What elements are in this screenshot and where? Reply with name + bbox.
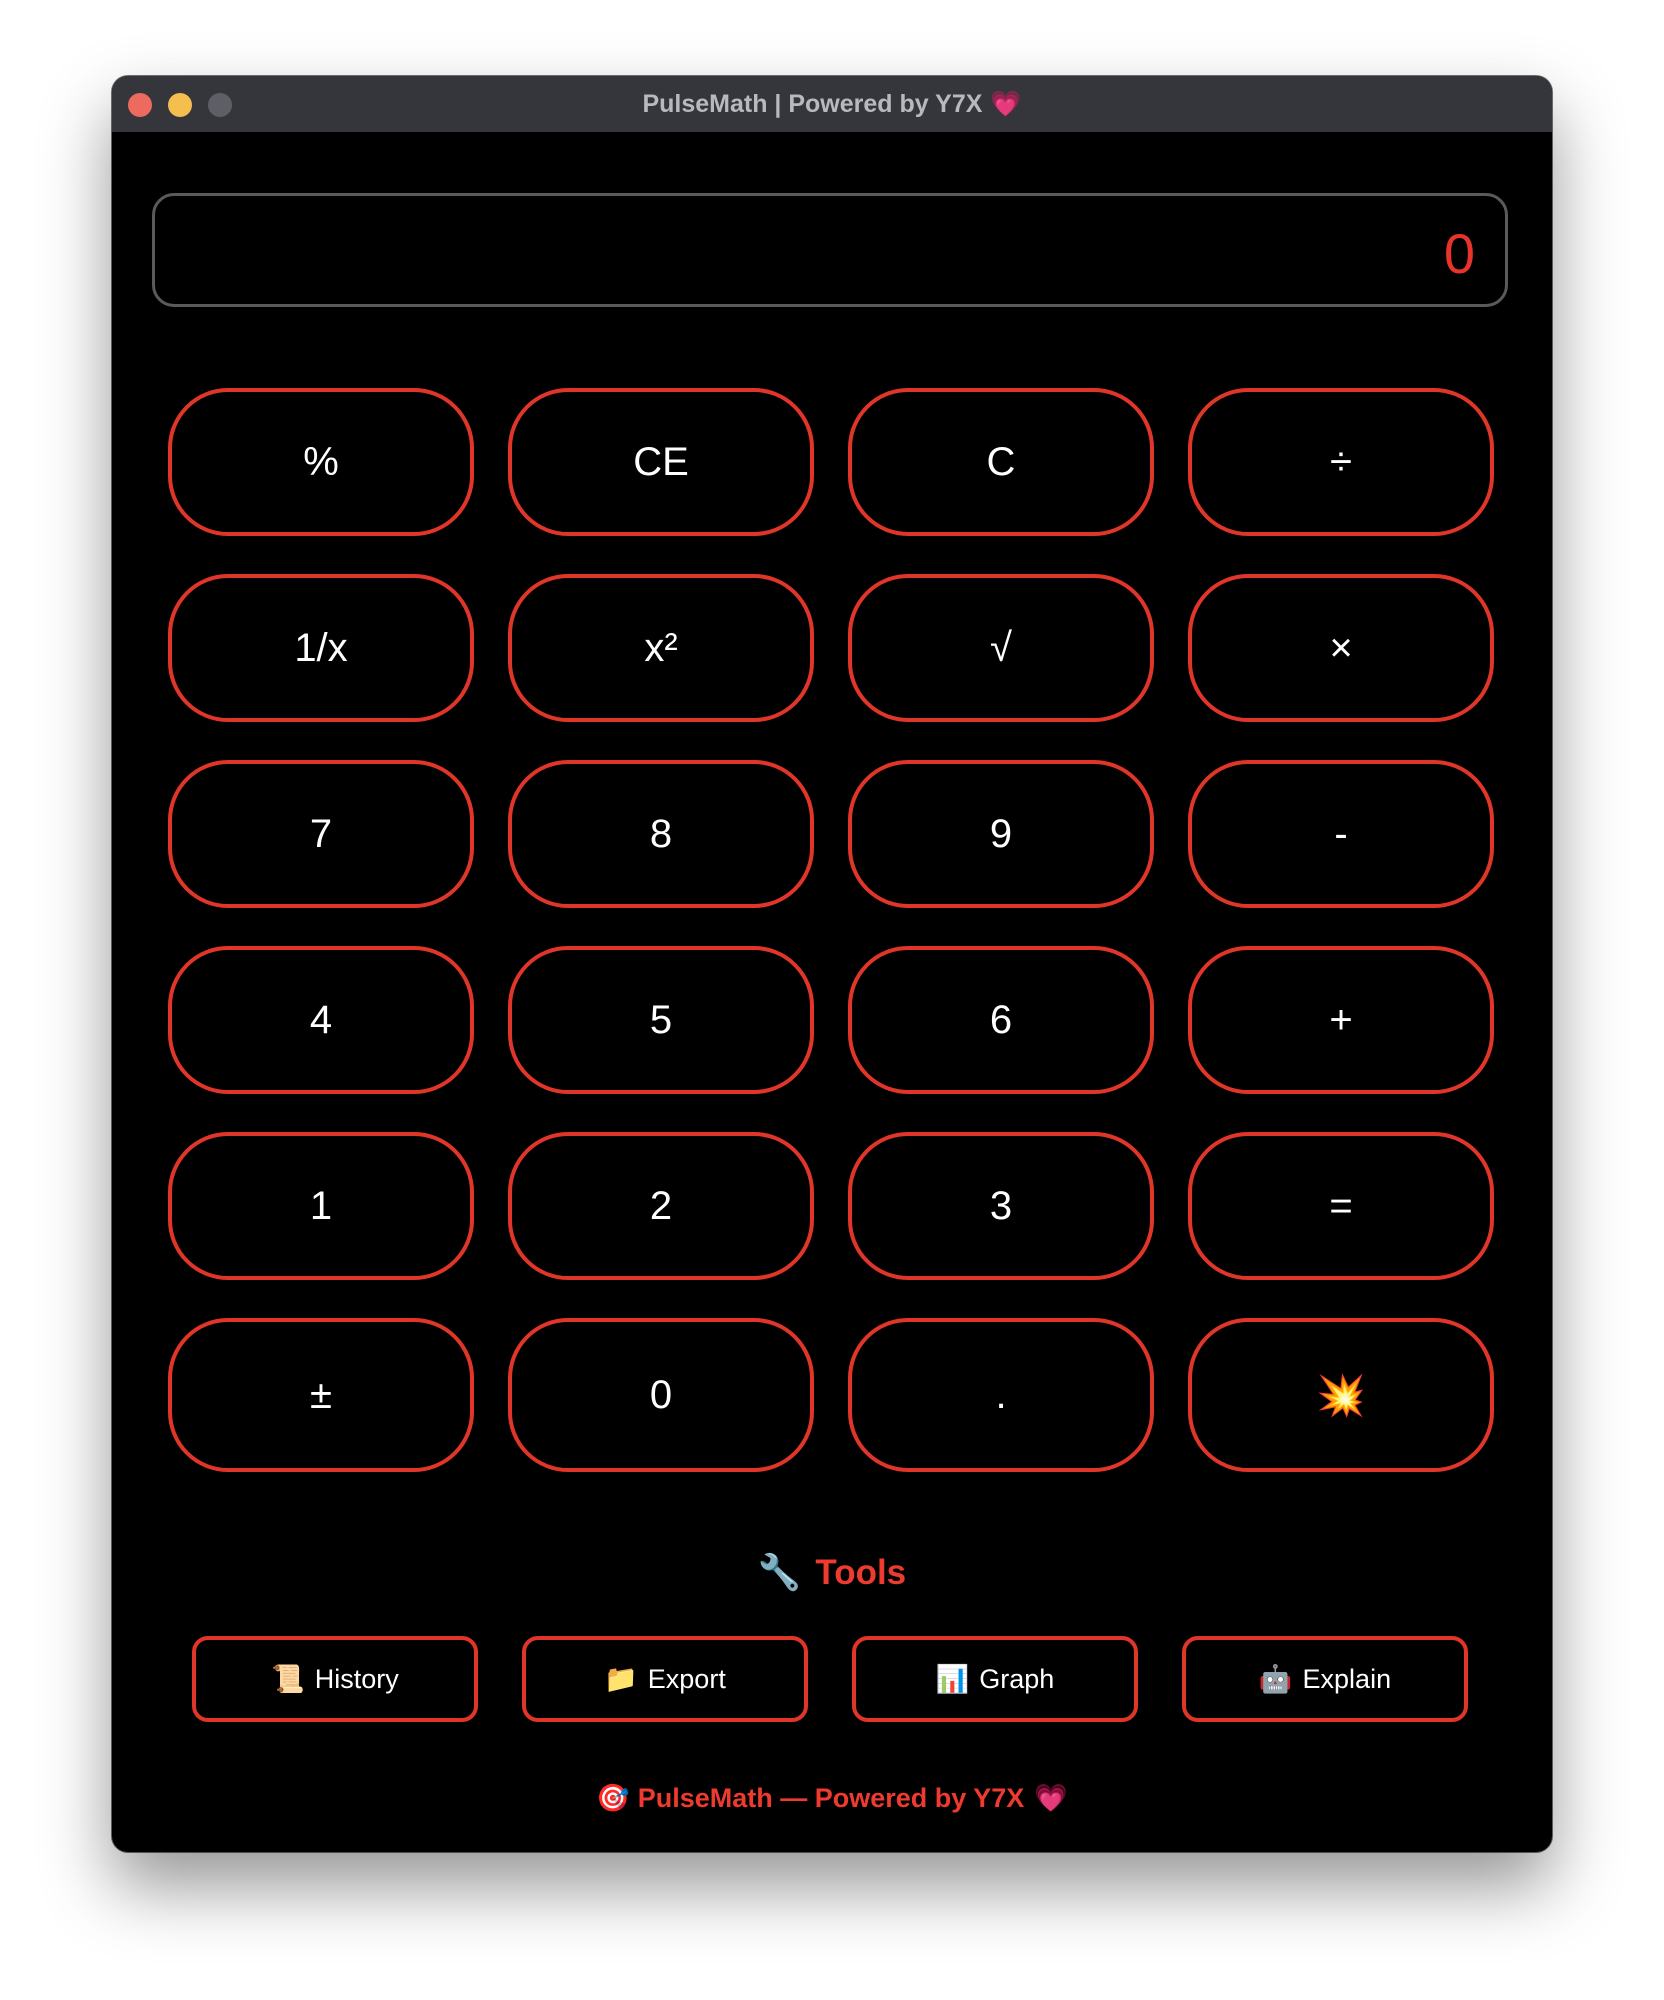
- multiply-button[interactable]: ×: [1188, 574, 1494, 722]
- square-button[interactable]: x²: [508, 574, 814, 722]
- digit-7-button[interactable]: 7: [168, 760, 474, 908]
- divide-button[interactable]: ÷: [1188, 388, 1494, 536]
- explosion-button[interactable]: 💥: [1188, 1318, 1494, 1472]
- percent-button[interactable]: %: [168, 388, 474, 536]
- heart-icon: 💗: [1034, 1783, 1068, 1813]
- history-button[interactable]: 📜 History: [192, 1636, 478, 1722]
- digit-5-button[interactable]: 5: [508, 946, 814, 1094]
- scroll-icon: 📜: [271, 1664, 305, 1694]
- explain-button[interactable]: 🤖 Explain: [1182, 1636, 1468, 1722]
- equals-button[interactable]: =: [1188, 1132, 1494, 1280]
- heart-icon: 💗: [990, 90, 1022, 118]
- subtract-button[interactable]: -: [1188, 760, 1494, 908]
- tools-heading-text: Tools: [815, 1553, 907, 1592]
- digit-3-button[interactable]: 3: [848, 1132, 1154, 1280]
- folder-icon: 📁: [604, 1664, 638, 1694]
- export-button-label: Export: [647, 1663, 726, 1694]
- clear-button[interactable]: C: [848, 388, 1154, 536]
- history-button-label: History: [314, 1663, 399, 1694]
- digit-8-button[interactable]: 8: [508, 760, 814, 908]
- digit-2-button[interactable]: 2: [508, 1132, 814, 1280]
- add-button[interactable]: +: [1188, 946, 1494, 1094]
- window-title: PulseMath | Powered by Y7X 💗: [112, 76, 1552, 132]
- export-button[interactable]: 📁 Export: [522, 1636, 808, 1722]
- graph-button-label: Graph: [979, 1663, 1055, 1694]
- digit-1-button[interactable]: 1: [168, 1132, 474, 1280]
- digit-9-button[interactable]: 9: [848, 760, 1154, 908]
- square-root-button[interactable]: √: [848, 574, 1154, 722]
- explain-button-label: Explain: [1302, 1663, 1392, 1694]
- reciprocal-button[interactable]: 1/x: [168, 574, 474, 722]
- decimal-button[interactable]: .: [848, 1318, 1154, 1472]
- digit-4-button[interactable]: 4: [168, 946, 474, 1094]
- graph-button[interactable]: 📊 Graph: [852, 1636, 1138, 1722]
- footer-text: PulseMath — Powered by Y7X: [637, 1783, 1025, 1813]
- window-title-text: PulseMath | Powered by Y7X: [642, 90, 983, 118]
- wrench-icon: 🔧: [757, 1553, 802, 1592]
- digit-0-button[interactable]: 0: [508, 1318, 814, 1472]
- robot-icon: 🤖: [1258, 1664, 1293, 1694]
- display-value: 0: [1443, 222, 1475, 285]
- tools-heading: 🔧 Tools: [112, 1552, 1552, 1602]
- digit-6-button[interactable]: 6: [848, 946, 1154, 1094]
- title-bar: PulseMath | Powered by Y7X 💗: [112, 76, 1552, 132]
- plus-minus-button[interactable]: ±: [168, 1318, 474, 1472]
- clear-entry-button[interactable]: CE: [508, 388, 814, 536]
- footer: 🎯 PulseMath — Powered by Y7X 💗: [112, 1782, 1552, 1822]
- bar-chart-icon: 📊: [935, 1664, 970, 1694]
- target-icon: 🎯: [596, 1783, 630, 1813]
- calculator-window: PulseMath | Powered by Y7X 💗 0 % CE C ÷ 1…: [112, 76, 1552, 1852]
- calculator-display: 0: [152, 193, 1508, 307]
